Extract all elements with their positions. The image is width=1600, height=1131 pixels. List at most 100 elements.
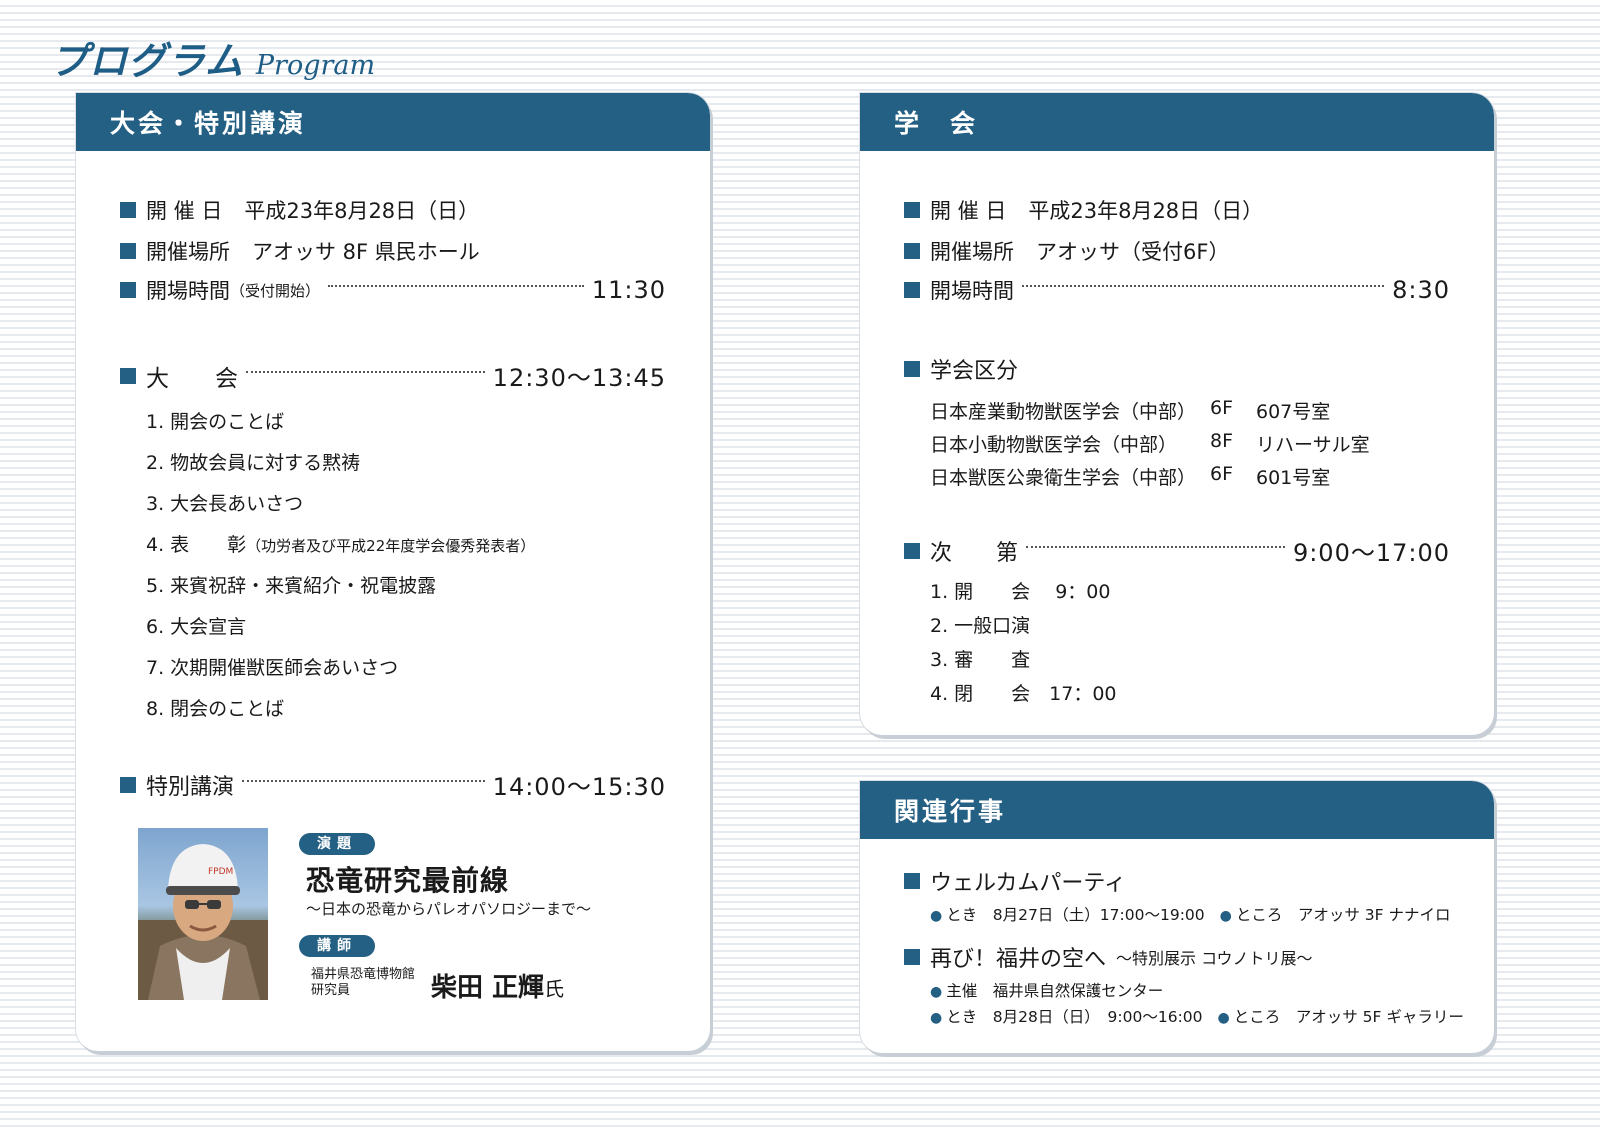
lecturer-name-text: 柴田 正輝 [431, 973, 545, 1003]
cap-logo-text: FPDM [208, 867, 233, 877]
welcome-party-details: ● とき 8月27日（土）17:00～19:00 ● ところ アオッサ 3F ナナイ… [930, 903, 1450, 925]
taikai-open-label: 開場時間 [146, 279, 230, 303]
taikai-item: 1. 開会のことば [146, 411, 285, 433]
lecturer-portrait-illustration: FPDM [138, 844, 268, 1000]
gakkai-order-label: 次 第 [930, 540, 1019, 566]
taikai-open-note: （受付開始） [230, 281, 321, 300]
gakkai-date-label: 開 催 日 [930, 199, 1007, 223]
gakkai-order-time: 9:00～17:00 [1292, 539, 1450, 567]
square-bullet-icon [904, 873, 920, 889]
taikai-item-award-note: （功労者及び平成22年度学会優秀発表者） [246, 537, 536, 555]
dotted-leader [1022, 285, 1385, 287]
division-name: 日本獣医公衆衛生学会（中部） [930, 467, 1197, 489]
gakkai-date-row: 開 催 日 平成23年8月28日（日） [904, 195, 1263, 225]
lecturer-affiliation-org: 福井県恐竜博物館 [311, 967, 416, 982]
division-floor: 6F [1210, 397, 1234, 419]
square-bullet-icon [904, 949, 920, 965]
square-bullet-icon [120, 202, 136, 218]
exhibit-row: 再び！福井の空へ ～特別展示 コウノトリ展～ [904, 941, 1312, 973]
gakkai-open-label: 開場時間 [930, 279, 1014, 303]
square-bullet-icon [120, 243, 136, 259]
exhibit-subtitle: ～特別展示 コウノトリ展～ [1116, 949, 1313, 968]
taikai-venue-value: アオッサ 8F 県民ホール [252, 240, 480, 264]
special-lecture-row: 特別講演 14:00～15:30 [120, 767, 666, 802]
gakkai-date-value: 平成23年8月28日（日） [1028, 199, 1264, 223]
talk-subtitle: ～日本の恐竜からパレオパソロジーまで～ [306, 900, 592, 918]
gakkai-venue-value: アオッサ（受付6F） [1036, 240, 1230, 264]
exhibit-host-line: ● 主催 福井県自然保護センター [930, 979, 1163, 1001]
topic-pill: 演題 [299, 833, 375, 855]
kanren-card-header: 関連行事 [860, 781, 1494, 839]
square-bullet-icon [904, 243, 920, 259]
square-bullet-icon [904, 361, 920, 377]
taikai-item: 3. 大会長あいさつ [146, 493, 304, 515]
welcome-party-row: ウェルカムパーティ [904, 865, 1126, 897]
square-bullet-icon [904, 542, 920, 559]
special-lecture-time: 14:00～15:30 [492, 773, 666, 801]
square-bullet-icon [120, 282, 136, 298]
talk-title: 恐竜研究最前線 [306, 864, 510, 897]
gakkai-card: 学 会 開 催 日 平成23年8月28日（日） 開催場所 アオッサ（受付6F） … [860, 93, 1494, 735]
lecturer-name: 柴田 正輝氏 [431, 967, 564, 1004]
square-bullet-icon [904, 282, 920, 298]
division-room: 601号室 [1256, 467, 1331, 489]
exhibit-when: とき 8月28日（日） 9:00～16:00 [946, 1008, 1203, 1026]
square-bullet-icon [120, 776, 136, 793]
taikai-item: 8. 閉会のことば [146, 698, 285, 720]
dotted-leader [242, 779, 485, 782]
dot-bullet-icon: ● [1219, 908, 1232, 924]
exhibit-host: 主催 福井県自然保護センター [946, 982, 1164, 1000]
taikai-main-time: 12:30～13:45 [492, 364, 666, 392]
square-bullet-icon [904, 202, 920, 218]
dotted-leader [328, 285, 584, 287]
taikai-venue-label: 開催場所 [146, 240, 230, 264]
dot-bullet-icon: ● [930, 908, 943, 924]
gakkai-venue-label: 開催場所 [930, 240, 1014, 264]
division-name: 日本産業動物獣医学会（中部） [930, 401, 1197, 423]
gakkai-division-row: 学会区分 [904, 353, 1018, 385]
page-title: プログラム Program [50, 30, 376, 83]
dot-bullet-icon: ● [1217, 1010, 1230, 1026]
taikai-date-label: 開 催 日 [146, 199, 223, 223]
exhibit-where: ところ アオッサ 5F ギャラリー [1233, 1008, 1464, 1026]
lecturer-honorific: 氏 [544, 977, 565, 1001]
order-item: 4. 閉 会 17：00 [930, 683, 1117, 705]
lecturer-pill: 講師 [299, 935, 375, 957]
taikai-card: 大会・特別講演 開 催 日 平成23年8月28日（日） 開催場所 アオッサ 8F… [76, 93, 710, 1051]
welcome-party-when: とき 8月27日（土）17:00～19:00 [946, 906, 1205, 924]
dotted-leader [1026, 545, 1285, 548]
taikai-item: 6. 大会宣言 [146, 616, 247, 638]
taikai-item: 5. 来賓祝辞・来賓紹介・祝電披露 [146, 575, 437, 597]
taikai-item: 7. 次期開催獣医師会あいさつ [146, 657, 399, 679]
taikai-item: 2. 物故会員に対する黙祷 [146, 452, 361, 474]
division-floor: 8F [1210, 430, 1234, 452]
division-room: リハーサル室 [1256, 434, 1370, 456]
taikai-item-award: 4. 表 彰（功労者及び平成22年度学会優秀発表者） [146, 530, 535, 557]
order-item: 2. 一般口演 [930, 615, 1031, 637]
gakkai-division-label: 学会区分 [930, 359, 1019, 384]
gakkai-venue-row: 開催場所 アオッサ（受付6F） [904, 236, 1229, 266]
exhibit-title: 再び！福井の空へ [930, 947, 1107, 972]
taikai-venue-row: 開催場所 アオッサ 8F 県民ホール [120, 236, 480, 266]
taikai-card-header: 大会・特別講演 [76, 93, 710, 151]
division-floor: 6F [1210, 463, 1234, 485]
taikai-open-time: 11:30 [591, 276, 666, 304]
page-title-en: Program [255, 50, 376, 81]
gakkai-open-row: 開場時間 8:30 [904, 275, 1450, 305]
page-title-jp: プログラム [50, 39, 244, 83]
dot-bullet-icon: ● [930, 984, 943, 1000]
taikai-main-label: 大 会 [146, 365, 238, 392]
order-item: 3. 審 査 [930, 649, 1031, 671]
division-name: 日本小動物獣医学会（中部） [930, 434, 1178, 456]
taikai-main-row: 大 会 12:30～13:45 [120, 358, 666, 393]
taikai-date-row: 開 催 日 平成23年8月28日（日） [120, 195, 479, 225]
taikai-item-award-label: 4. 表 彰 [146, 534, 247, 556]
dot-bullet-icon: ● [930, 1010, 943, 1026]
taikai-date-value: 平成23年8月28日（日） [244, 199, 480, 223]
kanren-card: 関連行事 ウェルカムパーティ ● とき 8月27日（土）17:00～19:00 ●… [860, 781, 1494, 1053]
gakkai-open-time: 8:30 [1392, 276, 1450, 304]
division-room: 607号室 [1256, 401, 1331, 423]
dotted-leader [246, 370, 485, 373]
gakkai-order-row: 次 第 9:00～17:00 [904, 533, 1450, 568]
welcome-party-where: ところ アオッサ 3F ナナイロ [1235, 906, 1451, 924]
